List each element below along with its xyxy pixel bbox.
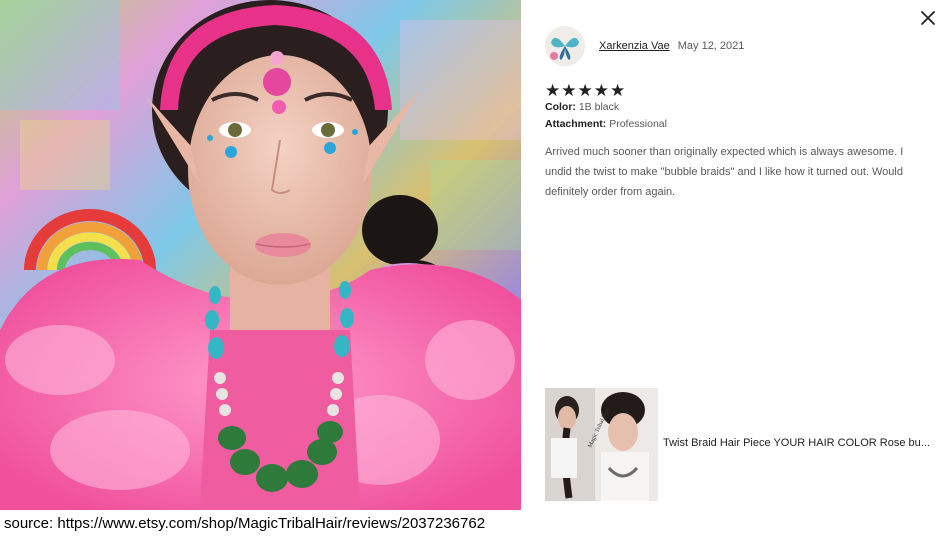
color-attribute: Color: 1B black: [545, 101, 619, 113]
attachment-value: Professional: [609, 118, 667, 130]
butterfly-avatar-icon: [545, 26, 585, 66]
review-text: Arrived much sooner than originally expe…: [545, 146, 904, 198]
color-label: Color:: [545, 101, 576, 113]
star-rating: ★★★★★: [545, 81, 627, 100]
close-icon: [921, 11, 935, 25]
reviewer-info: Xarkenzia Vae May 12, 2021: [545, 26, 745, 66]
attachment-label: Attachment:: [545, 118, 607, 130]
review-photo-image: [0, 0, 521, 510]
source-caption: source: https://www.etsy.com/shop/MagicT…: [4, 515, 486, 532]
attachment-attribute: Attachment: Professional: [545, 118, 667, 130]
color-value: 1B black: [578, 101, 620, 113]
review-date: May 12, 2021: [677, 40, 745, 52]
reviewer-avatar[interactable]: [545, 26, 585, 66]
close-button[interactable]: [918, 8, 938, 28]
reviewer-name-link[interactable]: Xarkenzia Vae: [599, 40, 670, 52]
product-thumbnail-image: Magic Tribal Hair: [545, 388, 658, 501]
review-photo[interactable]: [0, 0, 521, 510]
product-title-link[interactable]: Twist Braid Hair Piece YOUR HAIR COLOR R…: [663, 437, 945, 449]
product-thumbnail[interactable]: Magic Tribal Hair: [545, 388, 658, 501]
